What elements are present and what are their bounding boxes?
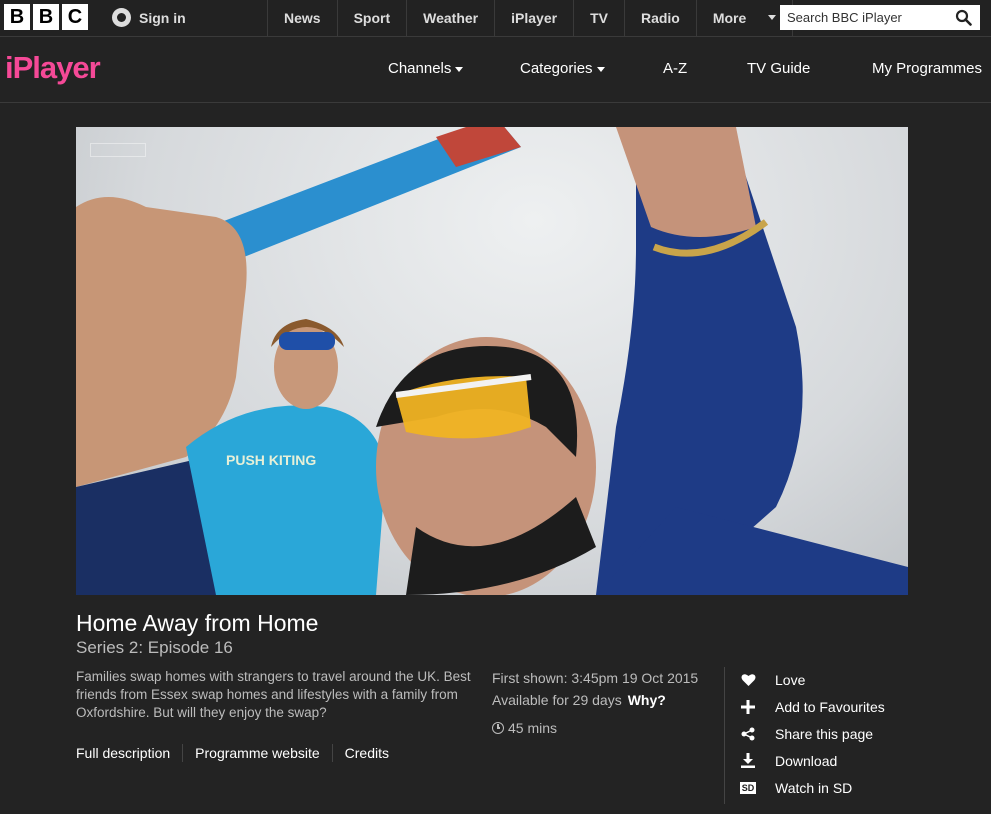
share-icon bbox=[740, 726, 756, 742]
programme-title: Home Away from Home bbox=[76, 610, 319, 636]
sign-in-label: Sign in bbox=[139, 9, 186, 26]
plus-icon bbox=[740, 699, 756, 715]
search-box bbox=[780, 5, 980, 30]
credits-link[interactable]: Credits bbox=[345, 744, 401, 762]
bbc-watermark bbox=[90, 143, 146, 157]
programme-meta: First shown: 3:45pm 19 Oct 2015 Availabl… bbox=[492, 667, 698, 739]
global-nav-tv[interactable]: TV bbox=[573, 0, 624, 37]
search-icon[interactable] bbox=[955, 9, 972, 26]
share-button[interactable]: Share this page bbox=[740, 720, 885, 747]
availability: Available for 29 days Why? bbox=[492, 689, 698, 711]
nav-categories-label: Categories bbox=[520, 60, 593, 77]
global-nav-iplayer[interactable]: iPlayer bbox=[494, 0, 573, 37]
programme-actions: Love Add to Favourites Share this page D… bbox=[739, 666, 885, 801]
global-nav-weather[interactable]: Weather bbox=[406, 0, 494, 37]
add-to-favourites-button[interactable]: Add to Favourites bbox=[740, 693, 885, 720]
bbc-global-bar: B B C Sign in News Sport Weather iPlayer… bbox=[0, 0, 991, 37]
watch-sd-label: Watch in SD bbox=[775, 779, 853, 796]
sd-badge: SD bbox=[739, 781, 757, 794]
full-description-link[interactable]: Full description bbox=[76, 744, 184, 762]
global-nav-sport[interactable]: Sport bbox=[336, 0, 407, 37]
clock-icon bbox=[492, 722, 504, 734]
download-label: Download bbox=[775, 752, 838, 769]
video-still-image: PUSH KITING bbox=[76, 127, 908, 595]
nav-a-z[interactable]: A-Z bbox=[663, 60, 687, 77]
global-nav-more[interactable]: More bbox=[695, 0, 794, 37]
divider bbox=[724, 667, 725, 804]
nav-channels-label: Channels bbox=[388, 60, 452, 77]
favourites-label: Add to Favourites bbox=[775, 698, 885, 715]
watch-in-sd-button[interactable]: SD Watch in SD bbox=[739, 774, 885, 801]
duration-text: 45 mins bbox=[508, 720, 558, 736]
bbc-logo-letter: B bbox=[33, 4, 59, 30]
chevron-down-icon bbox=[596, 66, 605, 72]
download-button[interactable]: Download bbox=[740, 747, 885, 774]
download-icon bbox=[740, 753, 756, 769]
global-nav-radio[interactable]: Radio bbox=[623, 0, 696, 37]
search-input[interactable] bbox=[787, 10, 952, 25]
global-nav: News Sport Weather iPlayer TV Radio More bbox=[267, 0, 794, 37]
more-label: More bbox=[712, 10, 747, 26]
user-icon bbox=[112, 8, 131, 27]
heart-icon bbox=[740, 672, 756, 688]
nav-tv-guide[interactable]: TV Guide bbox=[747, 60, 810, 77]
bbc-logo-letter: B bbox=[4, 4, 30, 30]
why-link[interactable]: Why? bbox=[628, 692, 666, 708]
nav-channels[interactable]: Channels bbox=[388, 60, 464, 77]
bbc-logo[interactable]: B B C bbox=[4, 4, 88, 30]
love-label: Love bbox=[775, 671, 806, 688]
nav-categories[interactable]: Categories bbox=[520, 60, 605, 77]
duration: 45 mins bbox=[492, 717, 698, 739]
share-label: Share this page bbox=[775, 725, 874, 742]
sd-icon: SD bbox=[739, 780, 757, 796]
availability-text: Available for 29 days bbox=[492, 692, 622, 708]
sign-in-link[interactable]: Sign in bbox=[112, 8, 186, 27]
svg-text:PUSH KITING: PUSH KITING bbox=[226, 452, 316, 468]
programme-description: Families swap homes with strangers to tr… bbox=[76, 669, 471, 720]
programme-links: Full description Programme website Credi… bbox=[76, 744, 413, 762]
chevron-down-icon bbox=[768, 15, 777, 20]
nav-my-programmes[interactable]: My Programmes bbox=[872, 60, 982, 77]
first-shown: First shown: 3:45pm 19 Oct 2015 bbox=[492, 670, 699, 686]
video-player[interactable]: PUSH KITING bbox=[76, 127, 908, 595]
love-button[interactable]: Love bbox=[740, 666, 885, 693]
chevron-down-icon bbox=[455, 66, 464, 72]
iplayer-bar: iPlayer Channels Categories A-Z TV Guide… bbox=[0, 38, 991, 103]
iplayer-logo[interactable]: iPlayer bbox=[5, 50, 101, 86]
global-nav-news[interactable]: News bbox=[267, 0, 337, 37]
programme-subtitle: Series 2: Episode 16 bbox=[76, 638, 233, 657]
programme-website-link[interactable]: Programme website bbox=[195, 744, 333, 762]
bbc-logo-letter: C bbox=[62, 4, 88, 30]
